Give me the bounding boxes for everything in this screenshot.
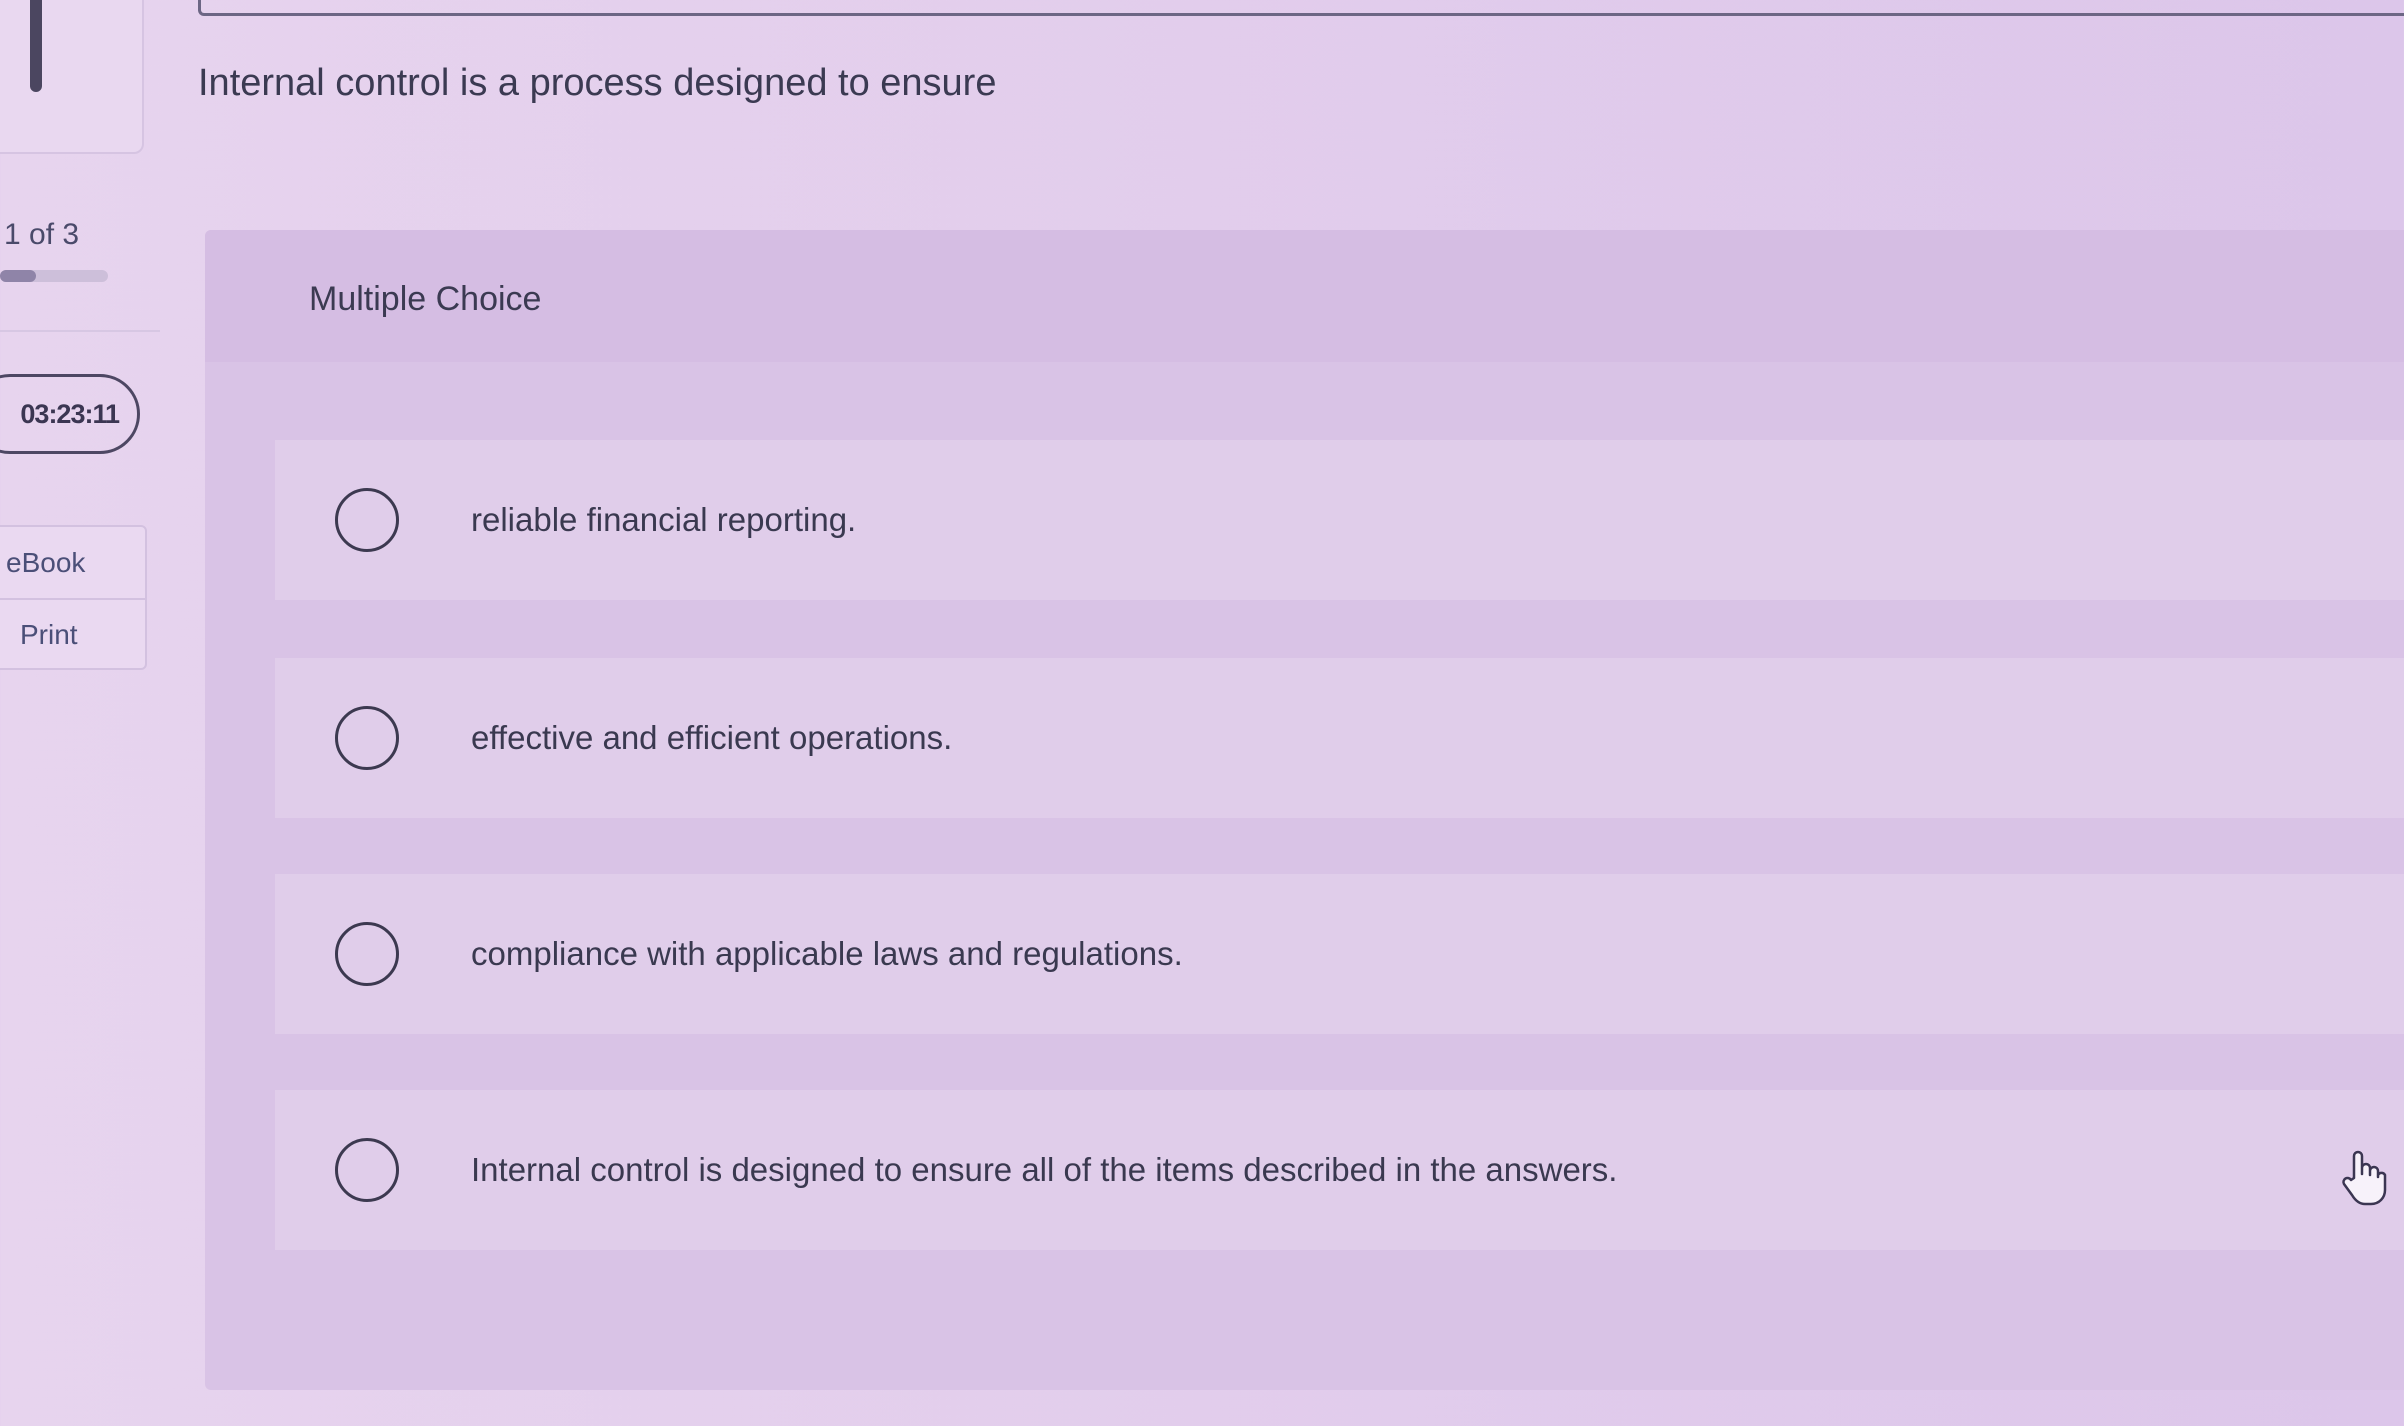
question-progress-fill [0,270,36,282]
radio-button[interactable] [335,1138,399,1202]
question-counter: 1 of 3 [4,218,80,251]
nav-card[interactable] [0,0,144,154]
choice-text[interactable]: effective and efficient operations. [471,719,952,757]
divider [0,330,160,332]
print-link[interactable]: Print [0,598,145,669]
radio-button[interactable] [335,706,399,770]
question-progress-bar [0,270,108,282]
question-prompt: Internal control is a process designed t… [198,62,997,104]
nav-handle[interactable] [30,0,42,92]
multiple-choice-header: Multiple Choice [205,230,2404,362]
choice-text[interactable]: compliance with applicable laws and regu… [471,935,1183,973]
timer[interactable]: 03:23:11 [0,374,140,454]
left-rail: 1 of 3 03:23:11 eBook Print [0,0,160,1426]
resource-links: eBook Print [0,525,147,670]
question-frame [198,0,2404,16]
choice-text[interactable]: Internal control is designed to ensure a… [471,1151,1617,1189]
choice-row[interactable]: effective and efficient operations. [275,658,2404,818]
choice-row[interactable]: Internal control is designed to ensure a… [275,1090,2404,1250]
radio-button[interactable] [335,922,399,986]
hand-pointer-icon [2342,1150,2387,1206]
question-type-label: Multiple Choice [309,280,542,318]
ebook-link[interactable]: eBook [0,527,145,598]
choice-row[interactable]: compliance with applicable laws and regu… [275,874,2404,1034]
choice-row[interactable]: reliable financial reporting. [275,440,2404,600]
multiple-choice-panel: Multiple Choice reliable financial repor… [205,230,2404,1390]
choice-text[interactable]: reliable financial reporting. [471,501,856,539]
radio-button[interactable] [335,488,399,552]
